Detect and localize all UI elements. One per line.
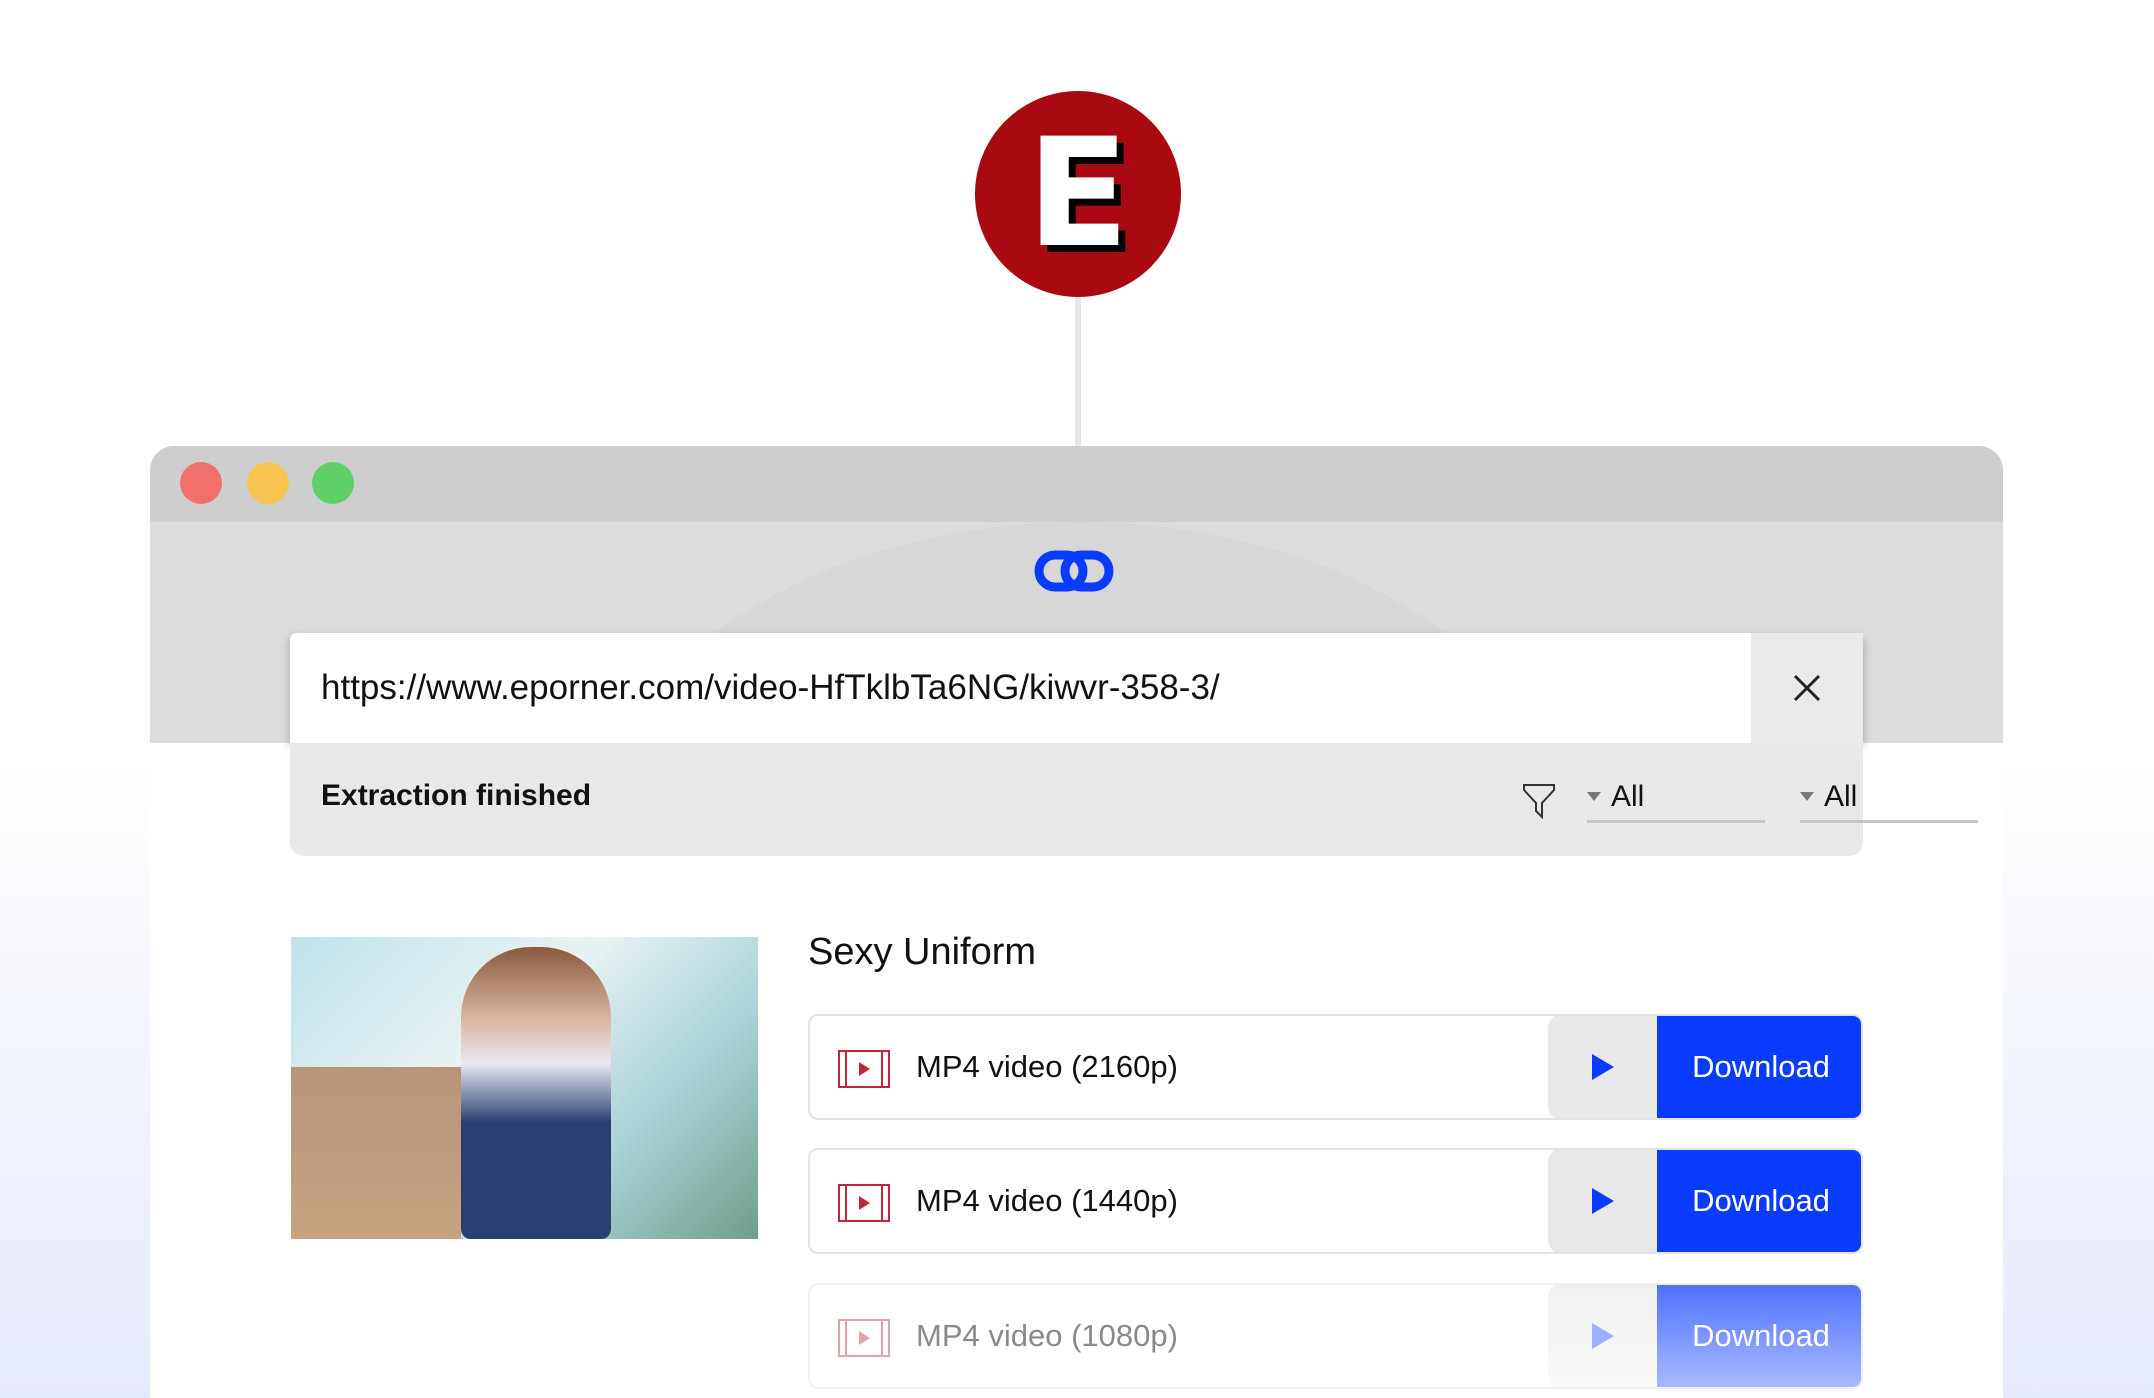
- preview-button[interactable]: [1548, 1150, 1658, 1252]
- video-file-icon: [838, 1050, 890, 1088]
- format-label: MP4 video (1080p): [916, 1318, 1178, 1353]
- dropdown-arrow-icon: [1800, 792, 1814, 801]
- play-icon: [1592, 1323, 1614, 1349]
- format-label: MP4 video (1440p): [916, 1183, 1178, 1218]
- link-icon: [1034, 550, 1114, 592]
- status-bar: Extraction finished All All: [290, 743, 1978, 856]
- download-button[interactable]: Download: [1657, 1285, 1861, 1387]
- minimize-window-button[interactable]: [247, 462, 289, 504]
- close-icon: [1793, 674, 1821, 702]
- video-file-icon: [838, 1184, 890, 1222]
- app-window: https://www.eporner.com/video-HfTklbTa6N…: [150, 446, 2003, 1398]
- format-row: MP4 video (2160p) Download: [808, 1014, 1863, 1120]
- format-row: MP4 video (1080p) Download: [808, 1283, 1863, 1389]
- maximize-window-button[interactable]: [312, 462, 354, 504]
- download-button[interactable]: Download: [1657, 1016, 1861, 1118]
- download-button[interactable]: Download: [1657, 1150, 1861, 1252]
- quality-dropdown[interactable]: All: [1800, 773, 1978, 823]
- video-file-icon: [838, 1319, 890, 1357]
- video-title: Sexy Uniform: [808, 931, 1037, 973]
- status-text: Extraction finished: [321, 779, 592, 812]
- format-row: MP4 video (1440p) Download: [808, 1148, 1863, 1254]
- filter-icon[interactable]: [1521, 781, 1557, 819]
- format-dropdown[interactable]: All: [1587, 773, 1765, 823]
- title-bar: [150, 446, 2003, 522]
- play-icon: [1592, 1054, 1614, 1080]
- close-window-button[interactable]: [180, 462, 222, 504]
- preview-button[interactable]: [1548, 1016, 1658, 1118]
- url-input[interactable]: https://www.eporner.com/video-HfTklbTa6N…: [290, 633, 1863, 743]
- play-icon: [1592, 1188, 1614, 1214]
- url-text[interactable]: https://www.eporner.com/video-HfTklbTa6N…: [290, 668, 1751, 708]
- clear-url-button[interactable]: [1751, 633, 1863, 743]
- eporner-logo: E: [975, 91, 1181, 297]
- preview-button[interactable]: [1548, 1285, 1658, 1387]
- format-label: MP4 video (2160p): [916, 1049, 1178, 1084]
- connector-line: [1075, 297, 1081, 446]
- dropdown-arrow-icon: [1587, 792, 1601, 801]
- video-thumbnail: [291, 937, 758, 1239]
